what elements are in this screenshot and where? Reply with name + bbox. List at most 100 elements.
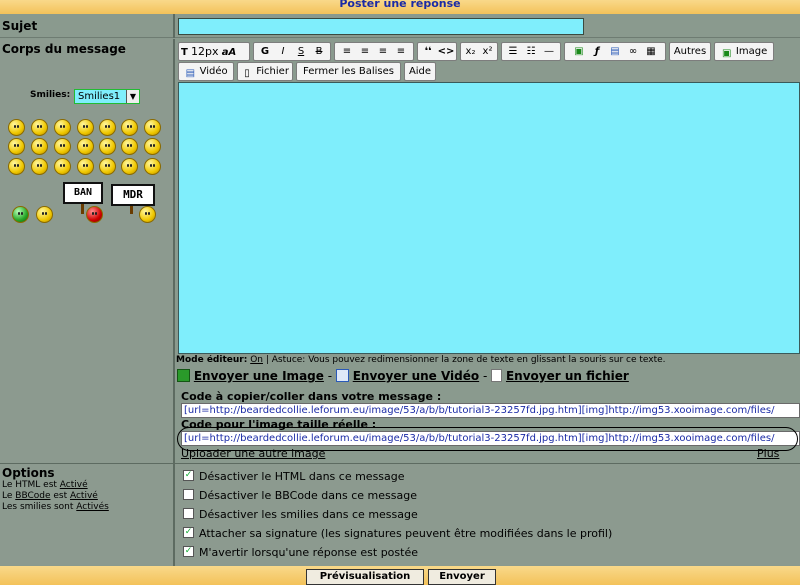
smiley-icon[interactable]: [121, 158, 138, 175]
strike-button[interactable]: B: [310, 43, 328, 60]
image-insert-icon[interactable]: ▣: [570, 43, 588, 60]
bbcode-link[interactable]: BBCode: [15, 491, 50, 501]
upload-another-link[interactable]: Uploader une autre image: [181, 447, 325, 460]
editor-tip: | Astuce: Vous pouvez redimensionner la …: [262, 355, 666, 365]
align-group: ≡ ≡ ≡ ≡: [334, 42, 414, 61]
editor-mode-toggle[interactable]: On: [250, 355, 263, 365]
sujet-label-cell: Sujet: [0, 14, 175, 38]
notify-reply-checkbox[interactable]: [183, 546, 194, 557]
video-button-label: Vidéo: [199, 66, 228, 77]
flash-icon[interactable]: ƒ: [588, 43, 606, 60]
smiley-icon[interactable]: [77, 158, 94, 175]
smiley-icon[interactable]: [8, 119, 25, 136]
video-button[interactable]: ▤ Vidéo: [178, 62, 234, 81]
smiley-icon[interactable]: [77, 119, 94, 136]
option-notify-reply[interactable]: M'avertir lorsqu'une réponse est postée: [183, 545, 418, 561]
italic-button[interactable]: I: [274, 43, 292, 60]
code-copy-field[interactable]: [url=http://beardedcollie.leforum.eu/ima…: [181, 403, 800, 418]
smiley-icon[interactable]: [31, 119, 48, 136]
green-grin-smiley-icon[interactable]: [12, 206, 29, 223]
option-disable-html[interactable]: Désactiver le HTML dans ce message: [183, 469, 405, 485]
font-size-button[interactable]: T 12px aA: [178, 42, 250, 61]
smiley-icon[interactable]: [31, 138, 48, 155]
send-button[interactable]: Envoyer: [428, 569, 496, 585]
smiley-icon[interactable]: [121, 138, 138, 155]
ban-sign-smiley[interactable]: BAN: [63, 182, 103, 204]
subscript-button[interactable]: x₂: [462, 43, 479, 60]
video-insert-icon[interactable]: ▤: [606, 43, 624, 60]
send-video-link[interactable]: Envoyer une Vidéo: [353, 369, 479, 383]
smiley-icon[interactable]: [99, 119, 116, 136]
smiley-icon[interactable]: [99, 138, 116, 155]
smiley-icon[interactable]: [144, 158, 161, 175]
disable-smilies-checkbox[interactable]: [183, 508, 194, 519]
send-image-link[interactable]: Envoyer une Image: [194, 369, 324, 383]
smilies-label: Smilies:: [30, 90, 71, 100]
attach-signature-checkbox[interactable]: [183, 527, 194, 538]
image-upload-icon: ▣: [722, 48, 732, 59]
code-button[interactable]: <>: [437, 43, 455, 60]
message-textarea[interactable]: [178, 82, 800, 354]
quote-button[interactable]: ❛❛: [419, 43, 437, 60]
insert-group: ▣ ƒ ▤ ∞ ▦: [564, 42, 666, 61]
help-label: Aide: [408, 66, 432, 77]
align-justify-icon[interactable]: ≡: [392, 43, 410, 60]
bbcode-status-prefix: Le: [2, 491, 16, 501]
image-button-label: Image: [735, 46, 768, 57]
smilies-status-link[interactable]: Activés: [76, 502, 109, 512]
smiley-icon[interactable]: [77, 138, 94, 155]
smiley-icon[interactable]: [31, 158, 48, 175]
corps-label: Corps du message: [2, 42, 126, 56]
html-status-link[interactable]: Activé: [60, 480, 88, 490]
laughing-smiley-icon[interactable]: [139, 206, 156, 223]
bbcode-status-mid: est: [50, 491, 70, 501]
align-left-icon[interactable]: ≡: [338, 43, 356, 60]
file-icon: ▯: [244, 68, 250, 79]
preview-button[interactable]: Prévisualisation: [306, 569, 424, 585]
smiley-icon[interactable]: [54, 119, 71, 136]
smiley-icon[interactable]: [54, 158, 71, 175]
image-button[interactable]: ▣ Image: [714, 42, 774, 61]
bullet-list-icon[interactable]: ☰: [504, 43, 522, 60]
disable-html-checkbox[interactable]: [183, 470, 194, 481]
image-upload-icon: [177, 369, 190, 382]
font-face-label: aA: [221, 47, 237, 58]
smiley-icon[interactable]: [99, 158, 116, 175]
help-button[interactable]: Aide: [404, 62, 436, 81]
bbcode-status-link[interactable]: Activé: [70, 491, 98, 501]
smilies-select[interactable]: Smilies1 ▼: [74, 89, 140, 104]
smiley-icon[interactable]: [144, 119, 161, 136]
angry-smiley-icon[interactable]: [86, 206, 103, 223]
option-disable-bbcode[interactable]: Désactiver le BBCode dans ce message: [183, 488, 417, 504]
thumbs-up-smiley-icon[interactable]: [36, 206, 53, 223]
video-icon: ▤: [185, 68, 196, 79]
smiley-icon[interactable]: [8, 138, 25, 155]
sujet-input[interactable]: [178, 18, 584, 35]
disable-bbcode-checkbox[interactable]: [183, 489, 194, 500]
link-icon[interactable]: ∞: [624, 43, 642, 60]
bold-button[interactable]: G: [256, 43, 274, 60]
underline-button[interactable]: S: [292, 43, 310, 60]
smiley-icon[interactable]: [121, 119, 138, 136]
option-attach-signature[interactable]: Attacher sa signature (les signatures pe…: [183, 526, 612, 542]
file-upload-icon: [491, 369, 503, 382]
autres-button[interactable]: Autres: [669, 42, 711, 61]
smiley-icon[interactable]: [54, 138, 71, 155]
fichier-button[interactable]: ▯ Fichier: [237, 62, 293, 81]
smiley-icon[interactable]: [144, 138, 161, 155]
superscript-button[interactable]: x²: [479, 43, 496, 60]
numbered-list-icon[interactable]: ☷: [522, 43, 540, 60]
smiley-icon[interactable]: [8, 158, 25, 175]
align-center-icon[interactable]: ≡: [356, 43, 374, 60]
option-label: M'avertir lorsqu'une réponse est postée: [199, 546, 418, 559]
align-right-icon[interactable]: ≡: [374, 43, 392, 60]
text-style-group: GISB: [253, 42, 331, 61]
mdr-sign-smiley[interactable]: MDR: [111, 184, 155, 206]
option-disable-smilies[interactable]: Désactiver les smilies dans ce message: [183, 507, 418, 523]
horizontal-rule-icon[interactable]: —: [540, 43, 558, 60]
html-status: Le HTML est Activé: [2, 480, 88, 491]
table-icon[interactable]: ▦: [642, 43, 660, 60]
send-file-link[interactable]: Envoyer un fichier: [506, 369, 629, 383]
upload-links: Envoyer une Image - Envoyer une Vidéo - …: [177, 369, 629, 387]
close-tags-button[interactable]: Fermer les Balises: [296, 62, 401, 81]
